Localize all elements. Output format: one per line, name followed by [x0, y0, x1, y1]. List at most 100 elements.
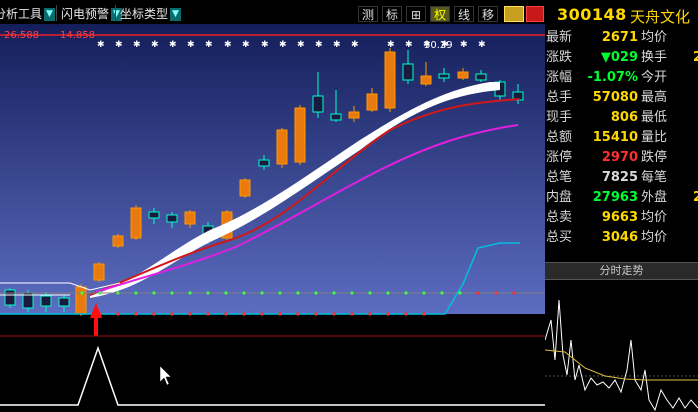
tab-intraday-trend[interactable]: 分时走势	[545, 262, 698, 280]
move-button[interactable]: 移	[478, 6, 498, 22]
signal-dot	[314, 291, 318, 295]
quote-label: 涨跌	[546, 50, 573, 65]
divider	[115, 5, 116, 21]
signal-dot	[368, 312, 372, 316]
star-marker-icon: ✱	[387, 40, 395, 50]
star-marker-icon: ✱	[478, 40, 486, 50]
analysis-tools-menu[interactable]: 分析工具 ▼	[0, 6, 56, 22]
candle-body[interactable]	[330, 113, 342, 121]
candle-body[interactable]	[258, 159, 270, 167]
quote-value-2: 23	[693, 50, 698, 65]
quote-row: 涨幅 -1.07% 今开	[545, 68, 698, 88]
candle-body[interactable]	[312, 95, 324, 113]
quote-panel: 最新2671均价涨跌▼029换手23涨幅-1.07%今开总手57080最高现手8…	[545, 28, 698, 260]
signal-dot	[170, 312, 174, 316]
candle-body[interactable]	[40, 295, 52, 307]
candle-body[interactable]	[366, 93, 378, 111]
quote-label-2: 均价	[641, 210, 668, 225]
candle-body[interactable]	[384, 51, 396, 109]
candle-body[interactable]	[294, 107, 306, 163]
dropdown-arrow-icon[interactable]: ▼	[44, 8, 56, 21]
rights-adjust-button[interactable]: 权	[430, 6, 450, 22]
dropdown-arrow-icon[interactable]: ▼	[170, 8, 182, 21]
star-marker-icon: ✱	[169, 40, 177, 50]
quote-value: 9663	[601, 210, 638, 225]
quote-label-2: 外盘	[641, 190, 668, 205]
candle-body[interactable]	[112, 235, 124, 247]
candle-body[interactable]	[184, 211, 196, 225]
price-high-label: 26.588	[4, 30, 39, 41]
star-marker-icon: ✱	[279, 40, 287, 50]
intraday-mini-chart[interactable]	[545, 280, 698, 412]
quote-label-2: 均价	[641, 230, 668, 245]
signal-dot	[458, 291, 462, 295]
signal-dot	[476, 291, 480, 295]
coordinate-type-menu[interactable]: 坐标类型 ▼	[120, 6, 182, 22]
candle-body[interactable]	[239, 179, 251, 197]
stock-code: 300148	[557, 5, 627, 24]
candle-body[interactable]	[475, 73, 487, 81]
candle-body[interactable]	[148, 211, 160, 219]
quote-row: 涨停 2970 跌停	[545, 148, 698, 168]
quote-value: 2671	[601, 30, 638, 45]
candle-body[interactable]	[457, 71, 469, 79]
quote-label: 总买	[546, 230, 573, 245]
measure-button[interactable]: 测	[358, 6, 378, 22]
quote-label-2: 最低	[641, 110, 668, 125]
candle-body[interactable]	[276, 129, 288, 165]
signal-dot	[404, 291, 408, 295]
indicator-panel	[0, 336, 545, 412]
quote-value: 57080	[592, 90, 638, 105]
star-marker-icon: ✱	[297, 40, 305, 50]
signal-dot	[242, 312, 246, 316]
quote-row: 现手 806 最低	[545, 108, 698, 128]
quote-row: 总卖 9663 均价	[545, 208, 698, 228]
quote-label: 内盘	[546, 190, 573, 205]
candle-body[interactable]	[130, 207, 142, 239]
signal-dot	[206, 312, 210, 316]
signal-dot	[80, 291, 84, 295]
signal-dot	[386, 312, 390, 316]
candle-body[interactable]	[75, 286, 87, 315]
quote-label: 总额	[546, 130, 573, 145]
signal-dot	[278, 312, 282, 316]
window-icon[interactable]	[504, 6, 524, 22]
candle-body[interactable]	[402, 63, 414, 81]
signal-dot	[260, 312, 264, 316]
signal-dot	[260, 291, 264, 295]
quote-row: 总额 15410 量比	[545, 128, 698, 148]
signal-dot	[134, 291, 138, 295]
line-button[interactable]: 线	[454, 6, 474, 22]
signal-dot	[224, 312, 228, 316]
signal-dot	[314, 312, 318, 316]
stock-name: 天舟文化	[630, 8, 691, 26]
flash-alert-menu[interactable]: 闪电预警 ▼	[61, 6, 123, 22]
signal-dot	[278, 291, 282, 295]
candle-body[interactable]	[58, 297, 70, 307]
signal-dot	[332, 312, 336, 316]
mark-button[interactable]: 标	[382, 6, 402, 22]
signal-dot	[296, 291, 300, 295]
chart-toolbar: 分析工具 ▼ 闪电预警 ▼ 坐标类型 ▼ 测 标 ⊞ 权 线 移	[0, 0, 545, 24]
quote-value: 27963	[592, 190, 638, 205]
signal-dot	[350, 312, 354, 316]
signal-dot	[116, 291, 120, 295]
quote-label-2: 跌停	[641, 150, 668, 165]
star-marker-icon: ✱	[261, 40, 269, 50]
star-marker-icon: ✱	[97, 40, 105, 50]
candle-body[interactable]	[348, 111, 360, 119]
grid-button[interactable]: ⊞	[406, 6, 426, 22]
candle-body[interactable]	[166, 214, 178, 223]
close-icon[interactable]	[526, 6, 544, 22]
signal-dot	[188, 312, 192, 316]
candle-body[interactable]	[4, 289, 16, 306]
quote-value: 7825	[601, 170, 638, 185]
candlestick-chart[interactable]: ✱ ✱ ✱ ✱ ✱ ✱ ✱ ✱ ✱ ✱ ✱ ✱ ✱ ✱ ✱ ✱ ✱ ✱ ✱ ✱ ✱ 26.588 14.858 30.2…	[0, 24, 545, 412]
star-marker-icon: ✱	[315, 40, 323, 50]
candle-body[interactable]	[93, 263, 105, 281]
signal-dot	[188, 291, 192, 295]
candle-body[interactable]	[438, 73, 450, 79]
signal-dot	[152, 291, 156, 295]
candle-body[interactable]	[420, 75, 432, 85]
quote-label-2: 每笔	[641, 170, 668, 185]
